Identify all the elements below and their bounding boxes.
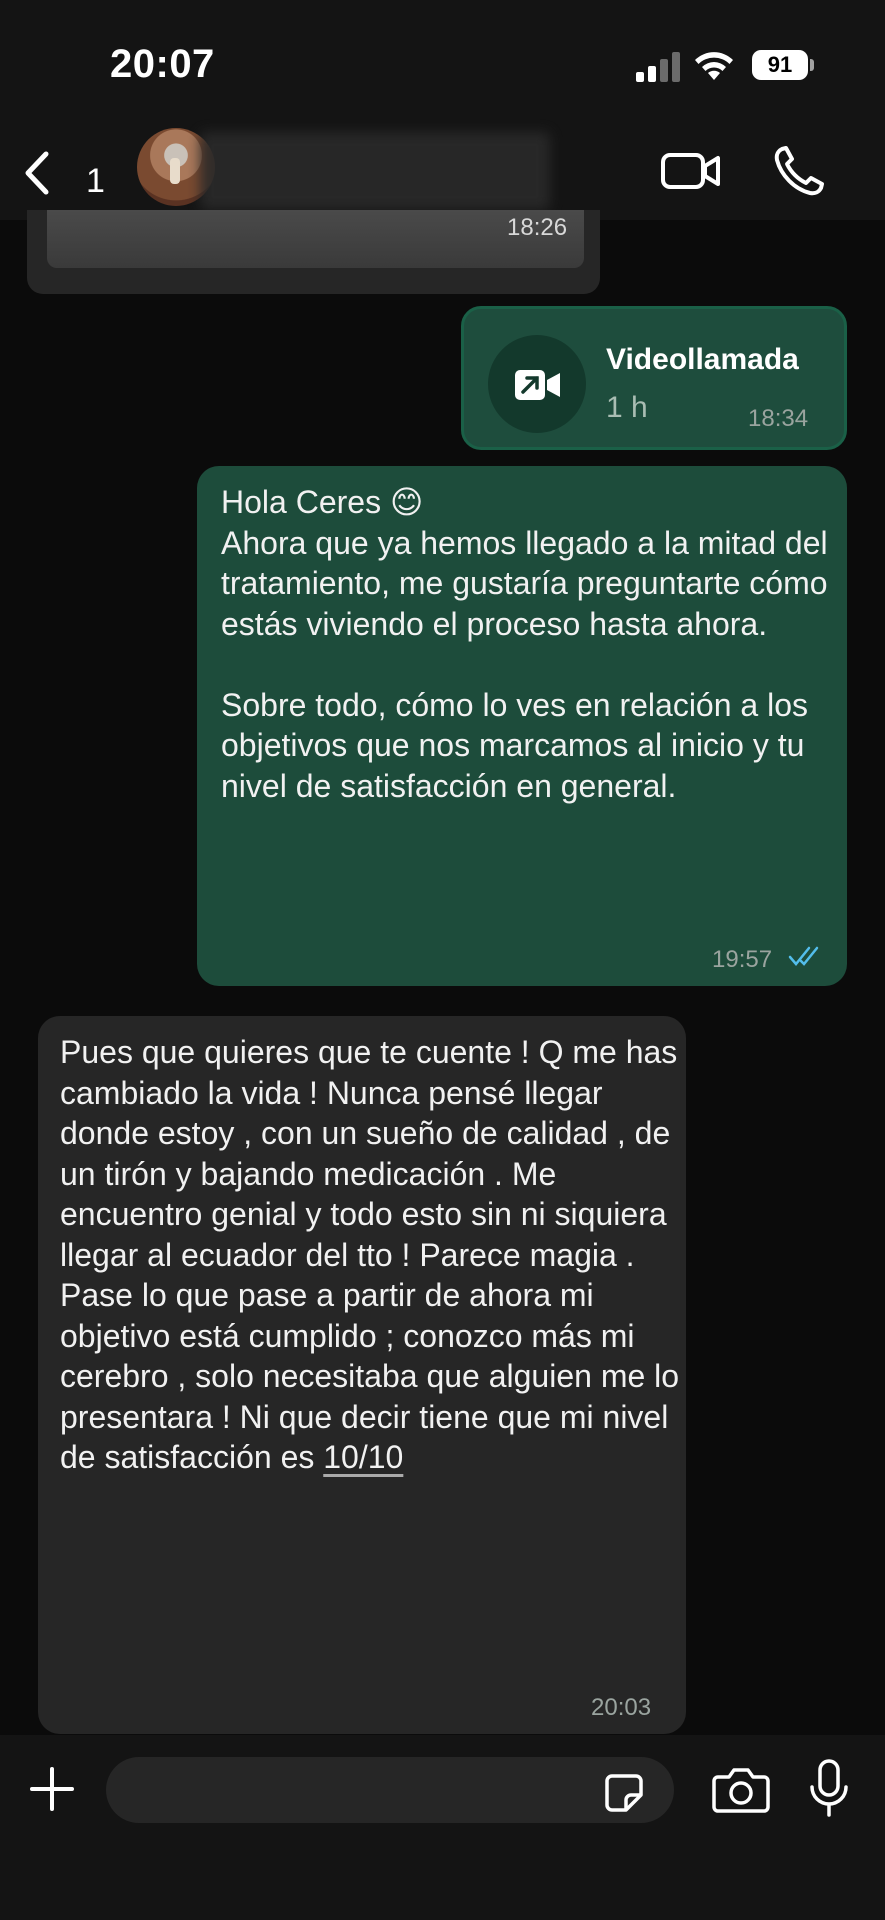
sticker-icon[interactable] (604, 1773, 644, 1813)
previous-media-message[interactable]: 18:26 (27, 210, 600, 294)
video-call-message[interactable]: Videollamada 1 h 18:34 (461, 306, 847, 450)
message-time: 18:26 (507, 214, 568, 241)
message-time: 20:03 (591, 1694, 652, 1721)
message-input[interactable] (106, 1757, 674, 1823)
signal-icon (636, 50, 680, 82)
input-bar (0, 1735, 885, 1920)
wifi-icon (695, 52, 733, 80)
video-call-arrow-icon (515, 370, 560, 400)
message-text: Hola Ceres 😊 Ahora que ya hemos llegado … (221, 484, 828, 804)
message-time: 18:34 (748, 405, 809, 432)
chat-header: 1 (0, 128, 885, 221)
status-bar: 20:07 91 (0, 0, 885, 130)
call-duration: 1 h (606, 391, 648, 424)
plus-icon[interactable] (28, 1765, 76, 1813)
battery-tip (810, 59, 814, 71)
media-thumbnail[interactable] (47, 210, 584, 268)
message-time: 19:57 (712, 946, 773, 973)
chat-area[interactable]: 18:26 Videollamada 1 h 18:34 Hola Ceres … (0, 210, 885, 1902)
outgoing-message[interactable]: Hola Ceres 😊 Ahora que ya hemos llegado … (197, 466, 847, 986)
battery-icon: 91 (752, 50, 808, 80)
chevron-left-icon (25, 151, 49, 195)
status-time: 20:07 (110, 42, 215, 86)
call-title: Videollamada (606, 343, 799, 376)
message-highlight[interactable]: 10/10 (323, 1439, 403, 1475)
video-camera-icon[interactable] (660, 150, 722, 192)
contact-name[interactable] (200, 132, 550, 210)
phone-icon[interactable] (772, 144, 826, 198)
camera-icon[interactable] (712, 1765, 770, 1815)
message-body: Pues que quieres que te cuente ! Q me ha… (60, 1034, 688, 1475)
double-check-icon (788, 946, 819, 966)
video-call-badge (488, 335, 586, 433)
microphone-icon[interactable] (808, 1759, 850, 1819)
back-button[interactable]: 1 (18, 142, 105, 202)
message-text: Pues que quieres que te cuente ! Q me ha… (60, 1032, 680, 1478)
incoming-message[interactable]: Pues que quieres que te cuente ! Q me ha… (38, 1016, 686, 1734)
unread-count: 1 (86, 162, 105, 200)
